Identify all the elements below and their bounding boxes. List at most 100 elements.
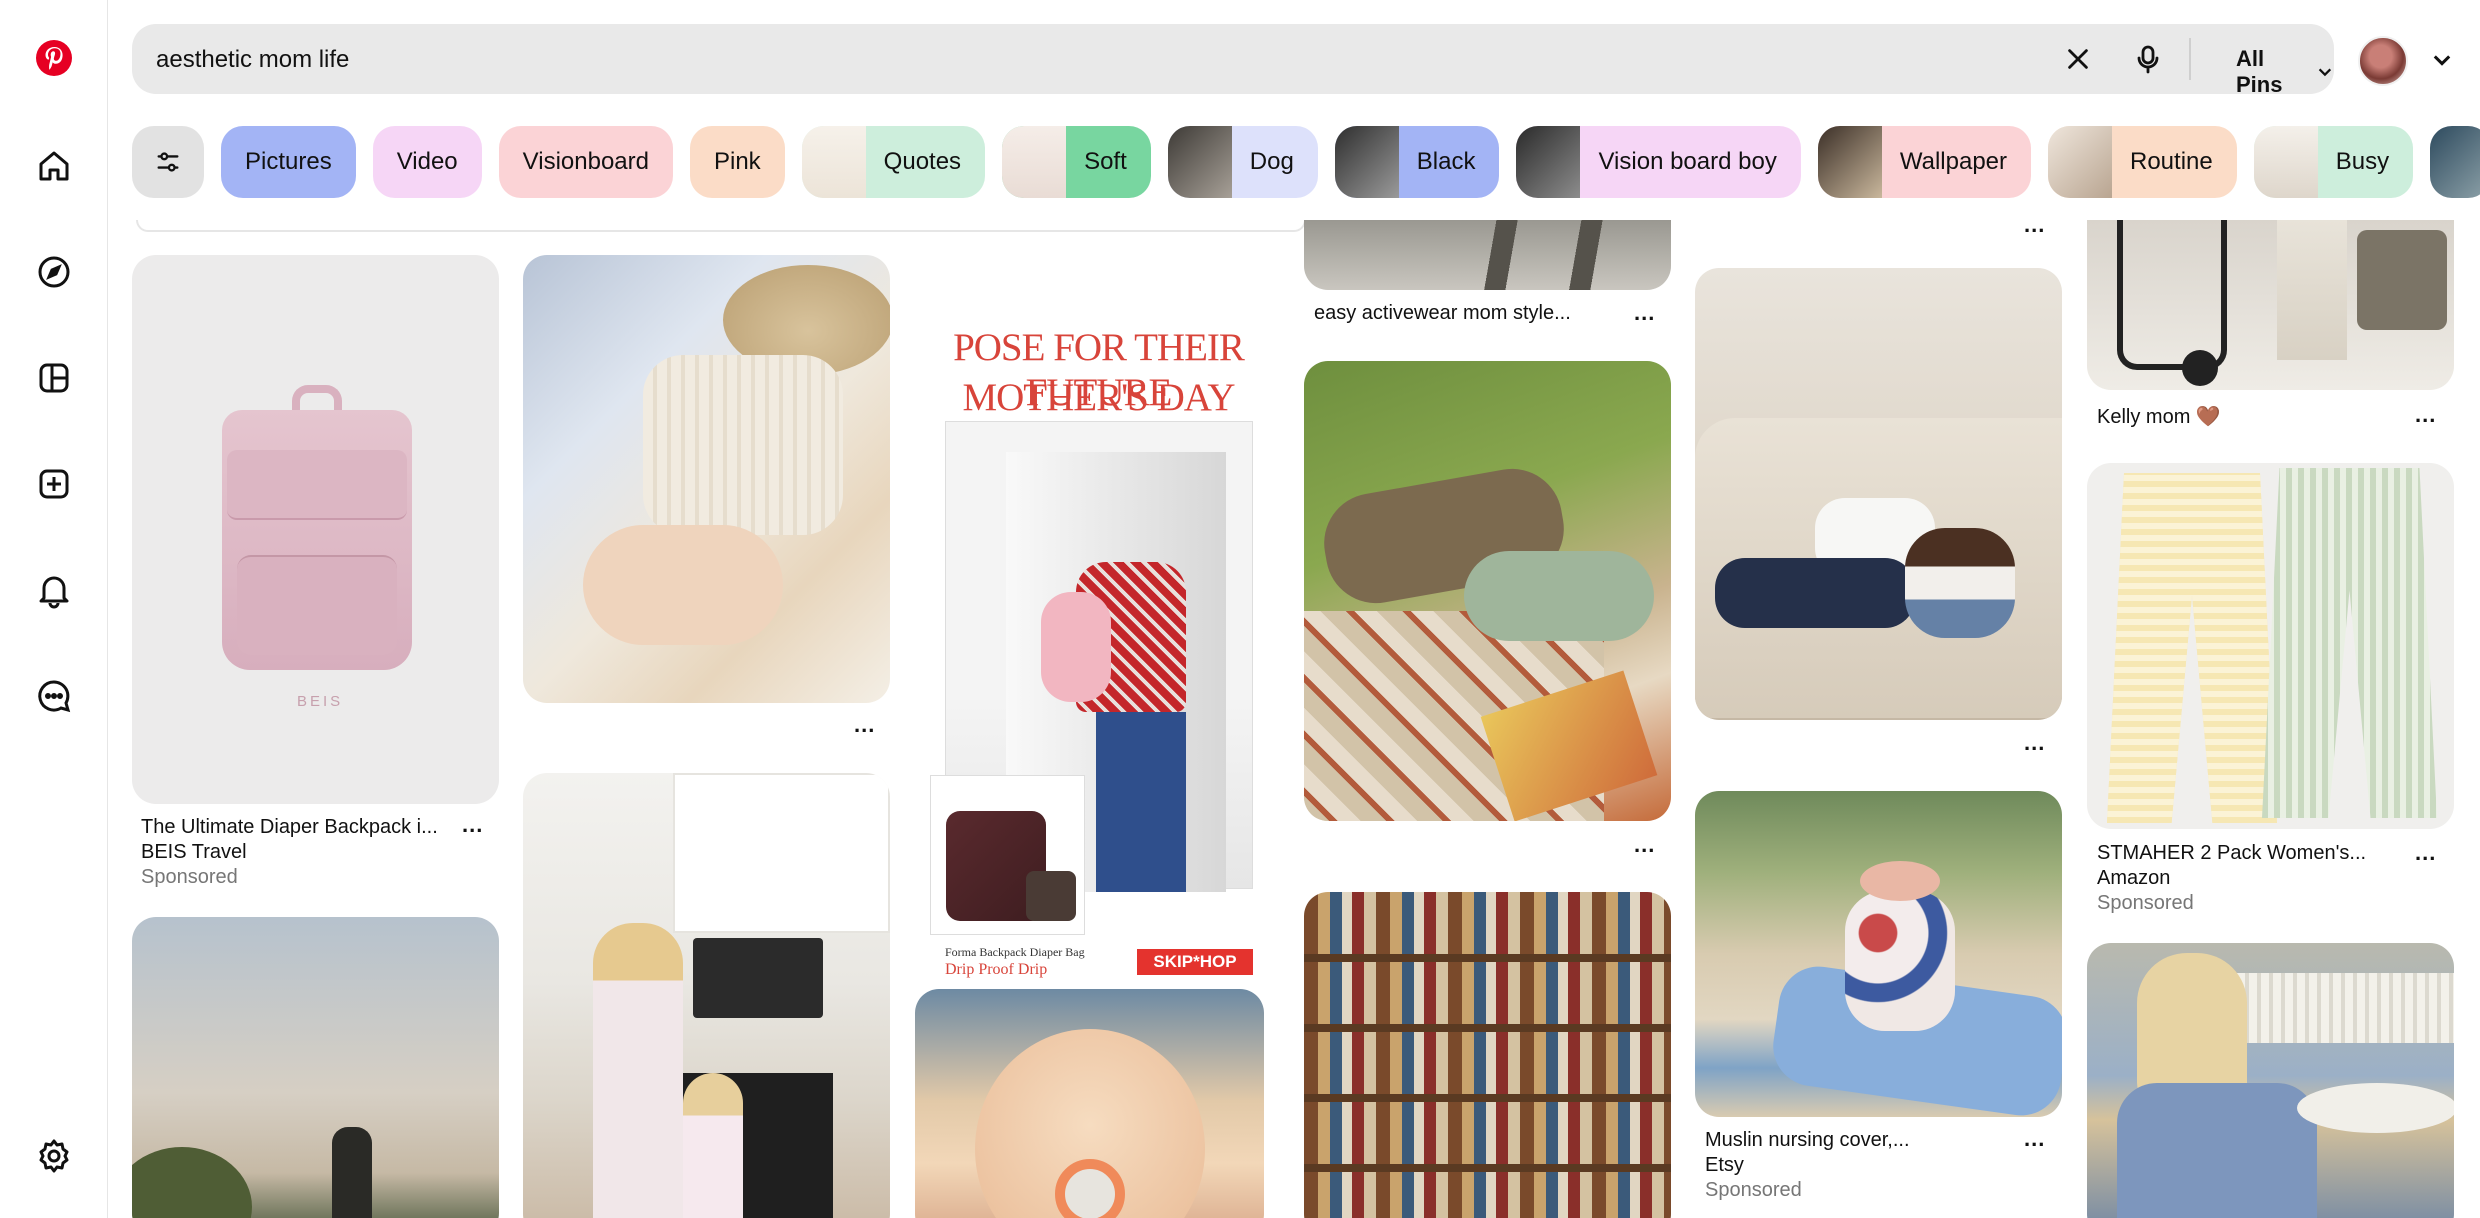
chip-soft[interactable]: Soft [1002,126,1151,198]
chip-busy[interactable]: Busy [2253,126,2414,198]
chevron-down-icon [2318,68,2332,77]
shelf-lines [1304,892,1671,1218]
filter-chips-row: Pictures Video Visionboard Pink Quotes S… [132,126,2480,198]
pin-more-options-button[interactable]: ... [2024,1126,2045,1152]
pin-image-sofa-mom[interactable] [1695,268,2062,720]
chip-thumbnail [1817,126,1882,198]
chip-pictures[interactable]: Pictures [221,126,356,198]
sponsored-label: Sponsored [2097,892,2194,914]
sidebar [0,0,108,1218]
chip-thumbnail [2253,126,2318,198]
chip-dog[interactable]: Dog [1167,126,1318,198]
knit-sweater [643,355,843,535]
home-icon[interactable] [30,142,78,190]
settings-gear-icon[interactable] [30,1132,78,1180]
chip-next-partial[interactable] [2430,126,2480,198]
chip-pink[interactable]: Pink [689,126,785,198]
pin-title[interactable]: easy activewear mom style... [1314,302,1571,325]
legs-coat [2277,220,2347,360]
chip-thumbnail [1334,126,1399,198]
chip-thumbnail [2048,126,2112,198]
pin-image-beach-nursing[interactable] [1695,791,2062,1117]
pin-image-child-pacifier[interactable] [915,989,1264,1218]
sliders-icon [157,152,179,172]
chip-thumbnail [1167,126,1232,198]
yellow-gingham-pants [2107,473,2277,823]
boards-icon[interactable] [30,354,78,402]
pin-source[interactable]: Etsy [1705,1154,1744,1177]
chip-vision-board-boy[interactable]: Vision board boy [1516,126,1801,198]
mom-jeans [1096,712,1186,892]
all-pins-label: All Pins [2236,46,2283,97]
stroller-frame [2117,220,2227,370]
messages-icon[interactable] [30,672,78,720]
pin-more-options-button[interactable]: ... [2415,840,2436,866]
handbag [2357,230,2447,330]
pin-image-activewear[interactable] [1304,220,1671,290]
pin-more-options-button[interactable]: ... [2024,730,2045,756]
pin-image-backpack[interactable]: BEIS [132,255,499,804]
search-divider [2189,38,2191,80]
avatar[interactable] [2358,36,2408,86]
shadow-shape [1454,220,1654,290]
clear-search-icon[interactable] [2060,41,2096,77]
sun-hat [1860,861,1940,901]
pin-title[interactable]: STMAHER 2 Pack Women's... [2097,842,2366,865]
previous-pin-edge [136,220,1306,232]
pin-image-stroller[interactable] [2087,220,2454,390]
pin-image-sky-mom[interactable] [132,917,499,1218]
chip-quotes[interactable]: Quotes [801,126,986,198]
chip-video[interactable]: Video [372,126,482,198]
child-lying [1464,551,1654,641]
pinterest-logo-icon[interactable] [30,34,78,82]
chip-routine[interactable]: Routine [2048,126,2237,198]
notifications-bell-icon[interactable] [30,566,78,614]
chip-black[interactable]: Black [1334,126,1500,198]
pin-more-options-button[interactable]: ... [2415,402,2436,428]
pin-image-cafe-mom[interactable] [2087,943,2454,1218]
account-chevron-down-icon[interactable] [2430,48,2454,72]
pin-title[interactable]: Kelly mom 🤎 [2097,404,2221,429]
chip-visionboard[interactable]: Visionboard [498,126,673,198]
search-filters-button[interactable] [132,126,204,198]
sponsored-label: Sponsored [1705,1179,1802,1201]
backpack-logo: BEIS [297,693,344,710]
cabinets [673,773,890,933]
chip-thumbnail [1516,126,1581,198]
stroller-wheel [2182,350,2218,386]
pin-image-picnic[interactable] [1304,361,1671,821]
pin-source[interactable]: BEIS Travel [141,841,247,864]
microphone-icon[interactable] [2130,41,2166,77]
poster-bag-thumbnail [930,775,1085,935]
pin-title[interactable]: Muslin nursing cover,... [1705,1129,1910,1152]
pin-more-options-button[interactable]: ... [1634,832,1655,858]
pin-image-mothers-day-poster[interactable]: POSE FOR THEIR FUTURE MOTHER'S DAY POST … [915,255,1282,983]
search-bar[interactable]: aesthetic mom life All Pins [132,24,2334,97]
create-pin-icon[interactable] [30,460,78,508]
mom-floral-cover [1845,891,1955,1031]
backpack-pocket [237,555,397,655]
pin-image-gingham-pants[interactable] [2087,463,2454,829]
pin-more-options-button[interactable]: ... [1634,300,1655,326]
all-pins-dropdown[interactable]: All Pins [2236,46,2334,98]
green-gingham-pants [2262,468,2437,818]
chip-thumbnail [1002,126,1067,198]
pin-image-baby-hat[interactable] [523,255,890,703]
chip-thumbnail [801,126,866,198]
pin-image-kitchen[interactable] [523,773,890,1218]
pin-more-options-button[interactable]: ... [2024,220,2045,238]
mom-dark-jeans [1715,558,1915,628]
pin-more-options-button[interactable]: ... [854,712,875,738]
pin-title[interactable]: The Ultimate Diaper Backpack i... [141,816,438,839]
pin-image-bookshelf[interactable] [1304,892,1671,1218]
explore-compass-icon[interactable] [30,248,78,296]
search-input[interactable]: aesthetic mom life [156,46,349,74]
cafe-curtain [2237,973,2454,1043]
chip-wallpaper[interactable]: Wallpaper [1817,126,2031,198]
microwave [693,938,823,1018]
skip-hop-logo: SKIP*HOP [1137,949,1253,975]
pin-source[interactable]: Amazon [2097,867,2170,890]
poster-product-tagline: Drip Proof Drip [945,961,1048,978]
pin-more-options-button[interactable]: ... [462,812,483,838]
baby-legs [583,525,783,645]
